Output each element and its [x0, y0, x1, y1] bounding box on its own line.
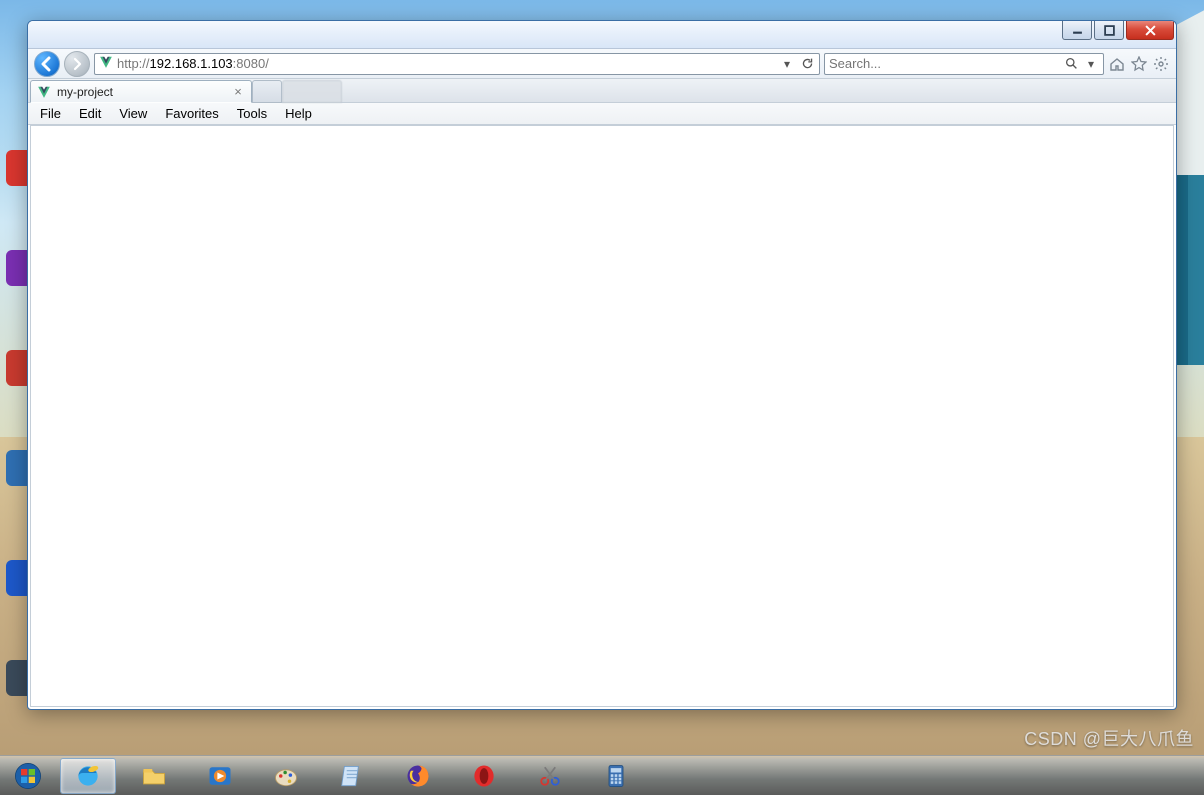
- search-dropdown-icon[interactable]: ▾: [1083, 56, 1099, 72]
- menu-favorites[interactable]: Favorites: [157, 104, 226, 123]
- watermark-text: CSDN @巨大八爪鱼: [1024, 725, 1194, 751]
- search-input[interactable]: [829, 56, 1059, 71]
- vue-icon: [99, 55, 113, 72]
- taskbar-item-calculator[interactable]: [588, 758, 644, 794]
- browser-window: http://192.168.1.103:8080/ ▾ ▾: [27, 20, 1177, 710]
- page-content: [30, 125, 1174, 707]
- forward-button[interactable]: [64, 51, 90, 77]
- taskbar-item-ie[interactable]: [60, 758, 116, 794]
- start-button[interactable]: [6, 758, 50, 794]
- new-tab-button[interactable]: [252, 80, 282, 103]
- taskbar-item-paint[interactable]: [258, 758, 314, 794]
- tab-active[interactable]: my-project ×: [30, 80, 252, 103]
- url-text: http://192.168.1.103:8080/: [117, 56, 269, 71]
- search-icon[interactable]: [1063, 56, 1079, 72]
- menu-view[interactable]: View: [111, 104, 155, 123]
- taskbar: [0, 755, 1204, 795]
- refresh-button[interactable]: [799, 56, 815, 72]
- close-button[interactable]: [1126, 21, 1174, 40]
- taskbar-item-explorer[interactable]: [126, 758, 182, 794]
- back-button[interactable]: [34, 51, 60, 77]
- vue-icon: [37, 85, 51, 99]
- taskbar-item-firefox[interactable]: [390, 758, 446, 794]
- tab-placeholder: [282, 80, 342, 103]
- taskbar-item-opera[interactable]: [456, 758, 512, 794]
- address-bar[interactable]: http://192.168.1.103:8080/ ▾: [94, 53, 820, 75]
- tab-close-icon[interactable]: ×: [231, 84, 245, 99]
- menu-tools[interactable]: Tools: [229, 104, 275, 123]
- search-bar[interactable]: ▾: [824, 53, 1104, 75]
- minimize-button[interactable]: [1062, 21, 1092, 40]
- menu-bar: File Edit View Favorites Tools Help: [28, 103, 1176, 125]
- navigation-toolbar: http://192.168.1.103:8080/ ▾ ▾: [28, 49, 1176, 79]
- tab-title: my-project: [57, 85, 225, 99]
- taskbar-item-media-player[interactable]: [192, 758, 248, 794]
- tab-bar: my-project ×: [28, 79, 1176, 103]
- dropdown-icon[interactable]: ▾: [779, 56, 795, 72]
- menu-file[interactable]: File: [32, 104, 69, 123]
- menu-edit[interactable]: Edit: [71, 104, 109, 123]
- maximize-button[interactable]: [1094, 21, 1124, 40]
- menu-help[interactable]: Help: [277, 104, 320, 123]
- taskbar-item-snipping-tool[interactable]: [522, 758, 578, 794]
- taskbar-item-notepad[interactable]: [324, 758, 380, 794]
- gear-icon[interactable]: [1152, 55, 1170, 73]
- window-titlebar[interactable]: [28, 21, 1176, 49]
- favorites-icon[interactable]: [1130, 55, 1148, 73]
- home-icon[interactable]: [1108, 55, 1126, 73]
